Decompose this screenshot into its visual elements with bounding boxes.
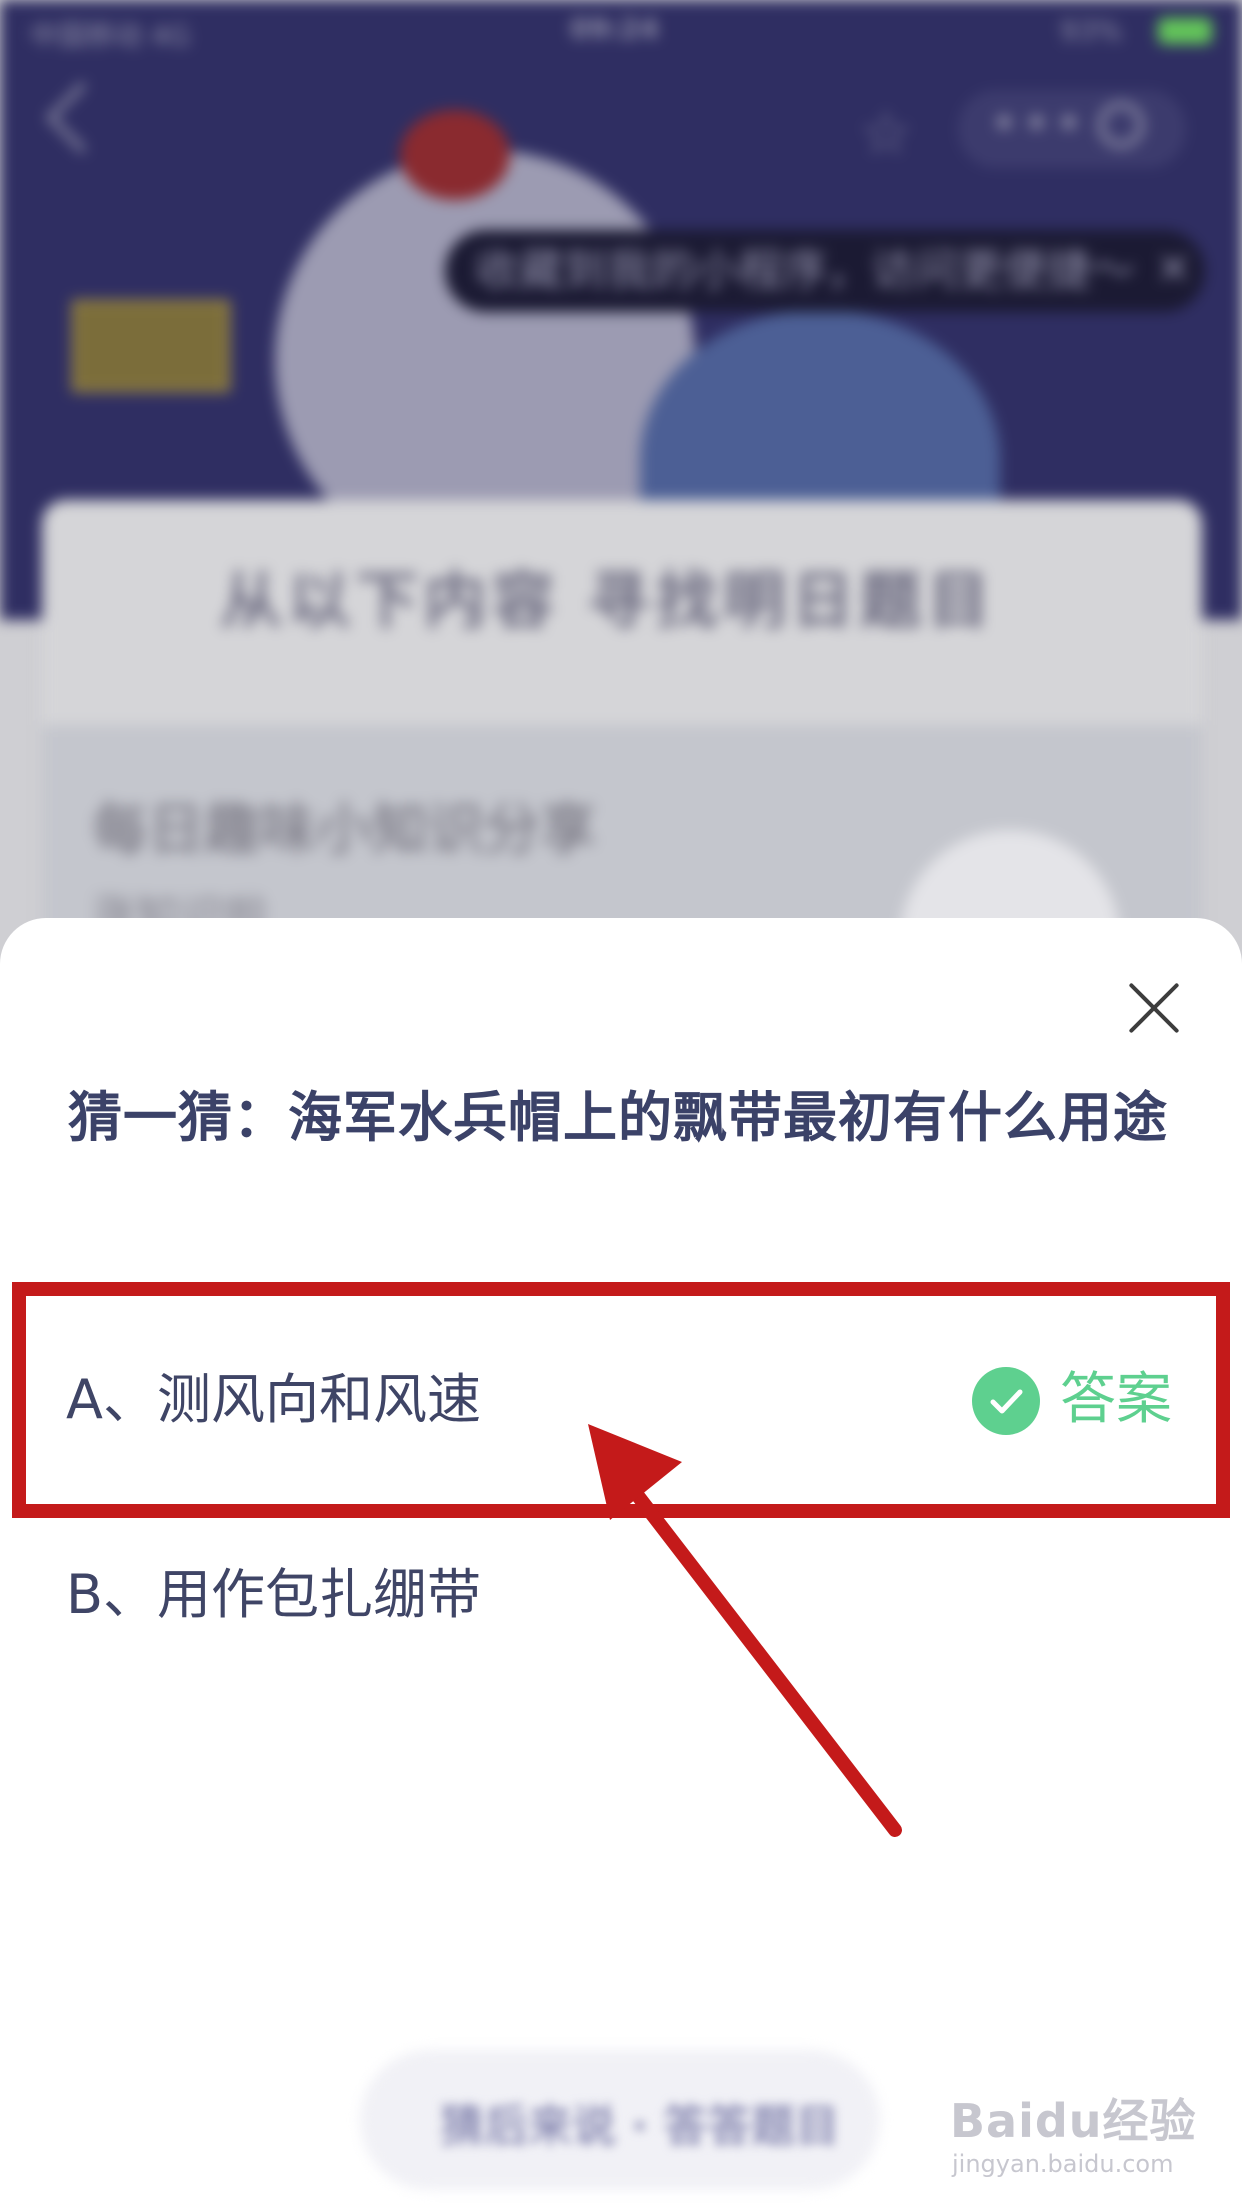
- watermark-logo: Baidu经验: [950, 2094, 1197, 2148]
- watermark-url: jingyan.baidu.com: [952, 2150, 1174, 2178]
- bottom-action-label: 猜后来说 · 答答题目: [440, 2101, 840, 2152]
- annotation-arrow: [588, 1424, 902, 1837]
